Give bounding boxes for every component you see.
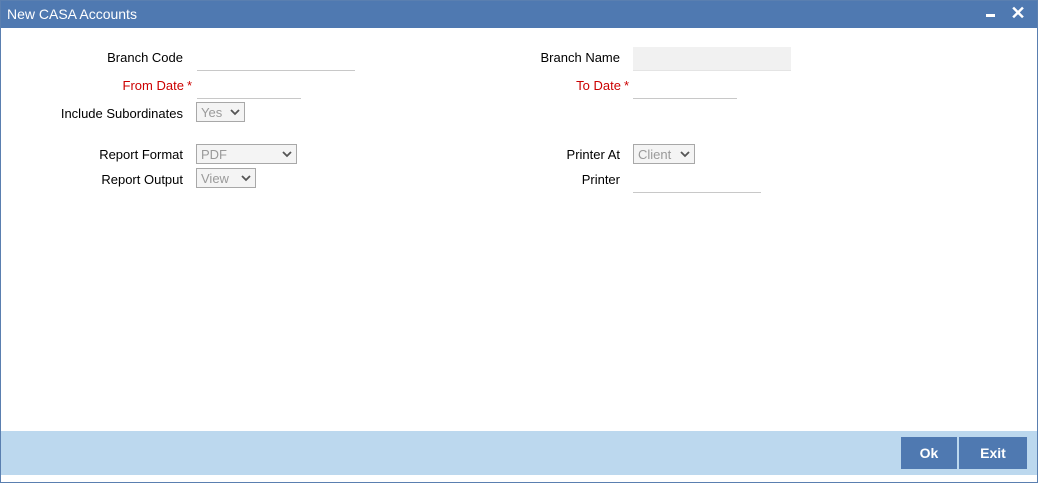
ok-button[interactable]: Ok [901, 437, 957, 469]
chevron-down-icon [241, 175, 251, 182]
branch-name-label: Branch Name [540, 50, 620, 65]
from-date-input[interactable] [197, 75, 301, 99]
printer-at-select[interactable]: Client [633, 144, 695, 164]
required-mark: * [186, 78, 192, 93]
chevron-down-icon [230, 109, 240, 116]
include-subordinates-label: Include Subordinates [60, 106, 183, 121]
minimize-icon[interactable] [979, 2, 1001, 24]
branch-code-input[interactable] [197, 47, 355, 71]
report-output-select[interactable]: View [196, 168, 256, 188]
report-format-select[interactable]: PDF [196, 144, 297, 164]
close-icon[interactable]: ✕ [1007, 2, 1029, 24]
dialog-window: New CASA Accounts ✕ Branch Code Branch N… [0, 0, 1038, 483]
report-format-label: Report Format [99, 147, 183, 162]
window-title: New CASA Accounts [7, 6, 137, 22]
title-bar: New CASA Accounts ✕ [1, 1, 1037, 28]
footer-bar: Ok Exit [1, 431, 1037, 475]
to-date-input[interactable] [633, 75, 737, 99]
chevron-down-icon [282, 151, 292, 158]
required-mark: * [623, 78, 629, 93]
report-output-value: View [201, 171, 229, 186]
branch-name-input[interactable] [633, 47, 791, 71]
include-subordinates-value: Yes [201, 105, 223, 120]
to-date-label: To Date * [576, 78, 629, 93]
printer-at-value: Client [638, 147, 672, 162]
printer-input[interactable] [633, 169, 761, 193]
chevron-down-icon [680, 151, 690, 158]
printer-at-label: Printer At [566, 147, 620, 162]
printer-label: Printer [581, 172, 620, 187]
to-date-label-text: To Date [576, 78, 621, 93]
from-date-label-text: From Date [122, 78, 184, 93]
include-subordinates-select[interactable]: Yes [196, 102, 245, 122]
exit-button[interactable]: Exit [959, 437, 1027, 469]
from-date-label: From Date * [123, 78, 192, 93]
branch-code-label: Branch Code [107, 50, 183, 65]
report-format-value: PDF [201, 147, 227, 162]
report-output-label: Report Output [101, 172, 183, 187]
